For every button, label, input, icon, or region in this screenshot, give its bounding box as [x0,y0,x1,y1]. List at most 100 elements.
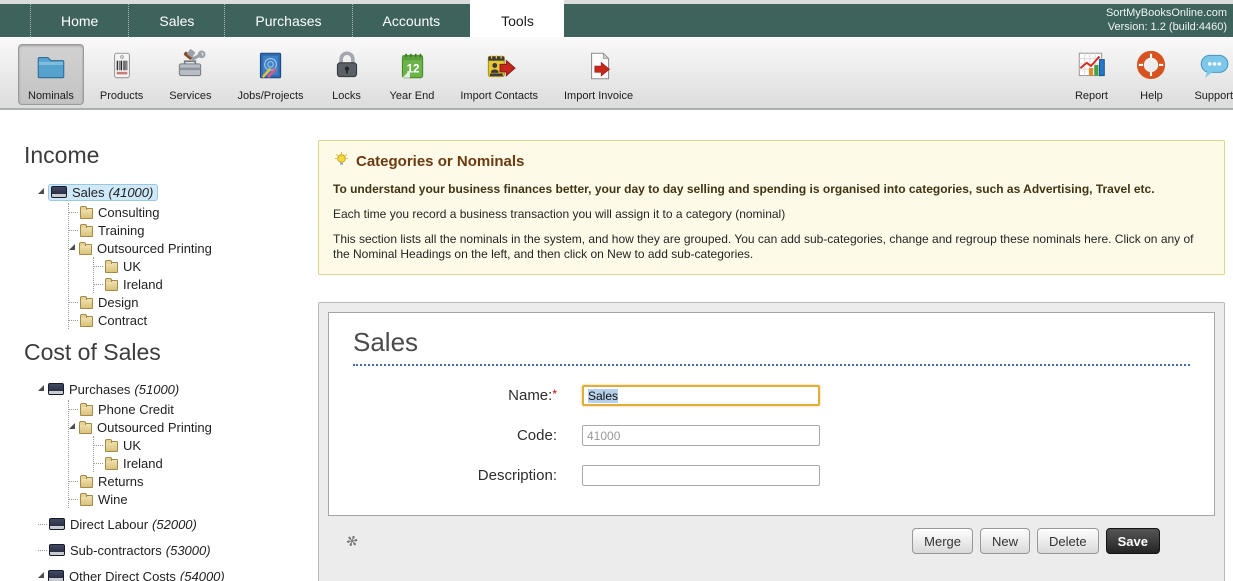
expander-icon[interactable] [69,244,75,250]
lightbulb-icon [333,151,350,172]
loading-spinner-icon: ✻ [343,531,360,551]
toolbar-item-report[interactable]: Report [1064,44,1118,105]
tree-node-label: Other Direct Costs [69,569,176,581]
version-text: Version: 1.2 (build:4460) [1106,20,1227,34]
tree-node-consulting[interactable]: Consulting [69,203,316,221]
tab-accounts[interactable]: Accounts [352,4,471,37]
tree-node-label: Sub-contractors [70,543,162,558]
form-buttons: Merge New Delete Save [912,528,1160,554]
tab-label: Sales [159,13,194,29]
toolbar-item-services[interactable]: Services [159,44,221,105]
tree-node-label: Ireland [123,277,163,292]
import-invoice-icon [582,49,616,88]
tree-connector [69,212,78,213]
tab-home[interactable]: Home [30,4,128,37]
tree-node-purchases[interactable]: Purchases (51000) [38,378,316,400]
tree-connector [38,550,47,551]
calendar-12-icon: 12 [395,49,429,88]
tree-connector [69,230,78,231]
tree-node-label: Returns [98,474,144,489]
folder-icon [105,262,118,273]
form-title: Sales [353,327,1190,366]
nominal-heading-icon [49,544,65,556]
blueprint-icon [253,49,287,88]
tab-label: Home [61,13,98,29]
tree-node-training[interactable]: Training [69,221,316,239]
tree-node-label: Sales [72,185,105,200]
expander-icon[interactable] [38,572,44,578]
new-button[interactable]: New [980,528,1030,554]
speech-bubble-icon [1197,49,1231,88]
tree-connector [94,445,103,446]
tree-node-wine[interactable]: Wine [69,490,316,508]
folder-icon [80,226,93,237]
tree-connector [94,463,103,464]
brand-version: SortMyBooksOnline.com Version: 1.2 (buil… [1106,6,1227,34]
info-box-title: Categories or Nominals [356,153,524,170]
tree-node-other-direct-costs[interactable]: Other Direct Costs (54000) [38,565,316,581]
tab-sales[interactable]: Sales [128,4,224,37]
code-input[interactable] [582,425,820,446]
tree-node-label: Outsourced Printing [97,420,212,435]
form-footer: ✻ Merge New Delete Save [328,516,1215,554]
tree-node-code: (51000) [134,382,179,397]
expander-icon[interactable] [38,385,44,391]
form-row-description: Description: [353,465,1190,486]
padlock-icon [330,49,364,88]
nominal-heading-icon [48,570,64,581]
tree-node-ireland[interactable]: Ireland [94,275,316,293]
folder-icon [79,244,92,255]
tree-node-outsourced-printing-2[interactable]: Outsourced Printing [69,418,316,436]
toolbar-item-label: Support [1194,90,1233,102]
tree-node-contract[interactable]: Contract [69,311,316,329]
toolbar-item-support[interactable]: Support [1184,44,1233,105]
tab-purchases[interactable]: Purchases [224,4,351,37]
info-paragraph: To understand your business finances bet… [333,182,1210,197]
toolbar-item-products[interactable]: Products [90,44,153,105]
merge-button[interactable]: Merge [912,528,973,554]
toolbar-item-locks[interactable]: Locks [320,44,374,105]
tree-node-design[interactable]: Design [69,293,316,311]
delete-button[interactable]: Delete [1037,528,1099,554]
app-window: Home Sales Purchases Accounts Tools Sort… [0,0,1233,581]
tree-node-code: (54000) [180,569,225,581]
tree-node-label: Consulting [98,205,159,220]
expander-icon[interactable] [69,423,75,429]
tree-node-uk[interactable]: UK [94,257,316,275]
toolbar-item-help[interactable]: Help [1124,44,1178,105]
description-input[interactable] [582,465,820,486]
name-input[interactable]: Sales [582,385,820,406]
tree-connector [94,266,103,267]
nominal-heading-icon [49,518,65,530]
tree-node-ireland-2[interactable]: Ireland [94,454,316,472]
folder-icon [105,441,118,452]
toolbar-item-label: Products [100,90,143,102]
toolbar-item-label: Report [1075,90,1108,102]
tree-connector [94,284,103,285]
toolbar-item-import-invoice[interactable]: Import Invoice [554,44,643,105]
tree-node-phone-credit[interactable]: Phone Credit [69,400,316,418]
toolbar-item-year-end[interactable]: 12 Year End [380,44,445,105]
folder-icon [80,405,93,416]
toolbar-item-jobs-projects[interactable]: Jobs/Projects [227,44,313,105]
info-paragraph: Each time you record a business transact… [333,207,1210,222]
toolbar-item-nominals[interactable]: Nominals [18,44,84,105]
tab-tools[interactable]: Tools [470,0,564,37]
description-label: Description: [353,467,557,484]
report-chart-icon [1074,49,1108,88]
tree-node-sub-contractors[interactable]: Sub-contractors (53000) [38,539,316,561]
toolbar-item-import-contacts[interactable]: Import Contacts [450,44,548,105]
tree-node-outsourced-printing[interactable]: Outsourced Printing [69,239,316,257]
tree-node-sales[interactable]: Sales (41000) [38,181,316,203]
tree-node-returns[interactable]: Returns [69,472,316,490]
tree-node-uk-2[interactable]: UK [94,436,316,454]
tree-node-direct-labour[interactable]: Direct Labour (52000) [38,513,316,535]
info-box: Categories or Nominals To understand you… [318,140,1225,275]
save-button[interactable]: Save [1106,528,1160,554]
info-paragraph: This section lists all the nominals in t… [333,232,1210,262]
tree-connector [69,409,78,410]
life-ring-icon [1134,49,1168,88]
expander-icon[interactable] [38,188,44,194]
tree-node-label: Ireland [123,456,163,471]
toolbar-item-label: Jobs/Projects [237,90,303,102]
